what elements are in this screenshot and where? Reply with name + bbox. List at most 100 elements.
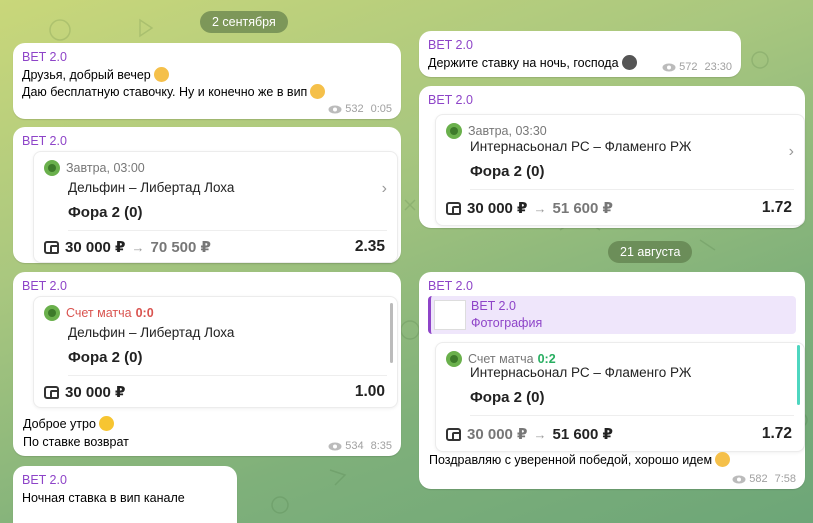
message-time: 8:35 <box>370 440 392 452</box>
odds: 1.72 <box>761 425 792 442</box>
match-time-row: Завтра, 03:00 <box>44 160 145 176</box>
sender-name[interactable]: BET 2.0 <box>428 92 796 108</box>
message-meta: 572 23:30 <box>662 61 732 73</box>
message-line: По ставке возврат <box>23 435 129 449</box>
message-line: Друзья, добрый вечер <box>22 67 392 84</box>
scrollbar[interactable] <box>797 345 800 405</box>
stake-row: 30 000 ₽ → 51 600 ₽ <box>446 425 613 443</box>
reply-thumbnail <box>434 300 466 330</box>
bet-type: Фора 2 (0) <box>470 163 545 180</box>
moon-emoji-icon <box>621 55 637 70</box>
score: 0:0 <box>135 306 154 320</box>
odds: 1.00 <box>354 383 385 400</box>
chevron-right-icon[interactable]: › <box>382 180 387 198</box>
soccer-ball-icon <box>446 351 462 367</box>
stake-row: 30 000 ₽ <box>44 383 125 401</box>
reply-preview[interactable]: BET 2.0 Фотография <box>428 296 796 334</box>
stake-row: 30 000 ₽ → 51 600 ₽ <box>446 199 613 217</box>
sender-name[interactable]: BET 2.0 <box>22 49 392 65</box>
view-count: 572 <box>679 61 698 73</box>
message-bubble[interactable]: BET 2.0 Завтра, 03:00 Дельфин – Либертад… <box>13 127 401 263</box>
chevron-right-icon[interactable]: › <box>789 143 794 161</box>
message-bubble[interactable]: BET 2.0 BET 2.0 Фотография Счет матча 0:2… <box>419 272 805 489</box>
view-count: 532 <box>345 103 364 115</box>
divider <box>68 375 387 376</box>
win-amount: 70 500 ₽ <box>150 239 211 256</box>
stake-amount: 30 000 ₽ <box>65 239 126 256</box>
message-line: Поздравляю с уверенной победой, хорошо и… <box>429 452 731 469</box>
message-meta: 582 7:58 <box>732 473 796 485</box>
bet-type: Фора 2 (0) <box>68 349 143 366</box>
reply-sender: BET 2.0 <box>471 299 516 313</box>
view-count: 582 <box>749 473 768 485</box>
soccer-ball-icon <box>44 305 60 321</box>
message-bubble[interactable]: BET 2.0 Завтра, 03:30 Интернасьонал РС –… <box>419 86 805 228</box>
teams: Интернасьонал РС – Фламенго РЖ <box>470 139 692 154</box>
message-meta: 532 0:05 <box>328 103 392 115</box>
sender-name[interactable]: BET 2.0 <box>22 472 228 488</box>
wallet-icon <box>44 385 59 399</box>
soccer-ball-icon <box>44 160 60 176</box>
arrow-right-icon: → <box>533 200 547 216</box>
flexed-biceps-emoji-icon <box>715 452 731 467</box>
message-time: 7:58 <box>774 473 796 485</box>
view-count: 534 <box>345 440 364 452</box>
sender-name[interactable]: BET 2.0 <box>22 133 392 149</box>
message-time: 0:05 <box>370 103 392 115</box>
match-time: Завтра, 03:30 <box>468 124 547 138</box>
views-icon <box>328 105 342 113</box>
bet-card[interactable]: Счет матча 0:0 Дельфин – Либертад Лоха Фо… <box>33 296 398 408</box>
bet-card[interactable]: Счет матча 0:2 Интернасьонал РС – Фламенг… <box>435 342 805 452</box>
bet-type: Фора 2 (0) <box>68 204 143 221</box>
divider <box>470 189 794 190</box>
scrollbar[interactable] <box>390 303 393 363</box>
date-pill-sep: 2 сентября <box>200 11 288 33</box>
sender-name[interactable]: BET 2.0 <box>22 278 392 294</box>
sender-name[interactable]: BET 2.0 <box>428 37 732 53</box>
views-icon <box>732 475 746 483</box>
wallet-icon <box>446 427 461 441</box>
win-amount: 51 600 ₽ <box>552 200 613 217</box>
message-line: Доброе утро <box>23 416 114 433</box>
wave-emoji-icon <box>153 67 169 82</box>
wallet-icon <box>446 201 461 215</box>
views-icon <box>662 63 676 71</box>
odds: 1.72 <box>761 199 792 216</box>
message-meta: 534 8:35 <box>328 440 392 452</box>
teams: Интернасьонал РС – Фламенго РЖ <box>470 365 692 380</box>
message-bubble[interactable]: BET 2.0 Ночная ставка в вип канале <box>13 466 237 523</box>
message-line: Ночная ставка в вип канале <box>22 491 185 505</box>
views-icon <box>328 442 342 450</box>
score-row: Счет матча 0:0 <box>44 305 154 321</box>
odds: 2.35 <box>354 238 385 255</box>
sunglasses-emoji-icon <box>310 84 326 99</box>
win-amount: 51 600 ₽ <box>552 426 613 443</box>
message-bubble[interactable]: BET 2.0 Счет матча 0:0 Дельфин – Либертад… <box>13 272 401 456</box>
match-time: Завтра, 03:00 <box>66 161 145 175</box>
arrow-right-icon: → <box>131 239 145 255</box>
match-time-row: Завтра, 03:30 <box>446 123 547 139</box>
score: 0:2 <box>537 352 556 366</box>
bet-card[interactable]: Завтра, 03:00 Дельфин – Либертад Лоха › … <box>33 151 398 263</box>
divider <box>68 230 387 231</box>
wallet-icon <box>44 240 59 254</box>
bet-card[interactable]: Завтра, 03:30 Интернасьонал РС – Фламенг… <box>435 114 805 226</box>
soccer-ball-icon <box>446 123 462 139</box>
message-time: 23:30 <box>704 61 732 73</box>
teams: Дельфин – Либертад Лоха <box>68 180 235 195</box>
bet-type: Фора 2 (0) <box>470 389 545 406</box>
score-label: Счет матча <box>468 352 534 366</box>
message-bubble[interactable]: BET 2.0 Держите ставку на ночь, господа … <box>419 31 741 77</box>
reply-type: Фотография <box>471 316 543 330</box>
stake-amount: 30 000 ₽ <box>467 200 528 217</box>
message-bubble[interactable]: BET 2.0 Друзья, добрый вечер Даю бесплат… <box>13 43 401 119</box>
date-pill-aug: 21 августа <box>608 241 693 263</box>
score-label: Счет матча <box>66 306 132 320</box>
stake-row: 30 000 ₽ → 70 500 ₽ <box>44 238 211 256</box>
message-line: Даю бесплатную ставочку. Ну и конечно же… <box>22 84 392 101</box>
stake-amount: 30 000 ₽ <box>65 384 126 401</box>
sender-name[interactable]: BET 2.0 <box>428 278 796 294</box>
arrow-right-icon: → <box>533 426 547 442</box>
teams: Дельфин – Либертад Лоха <box>68 325 235 340</box>
sun-emoji-icon <box>98 416 114 431</box>
